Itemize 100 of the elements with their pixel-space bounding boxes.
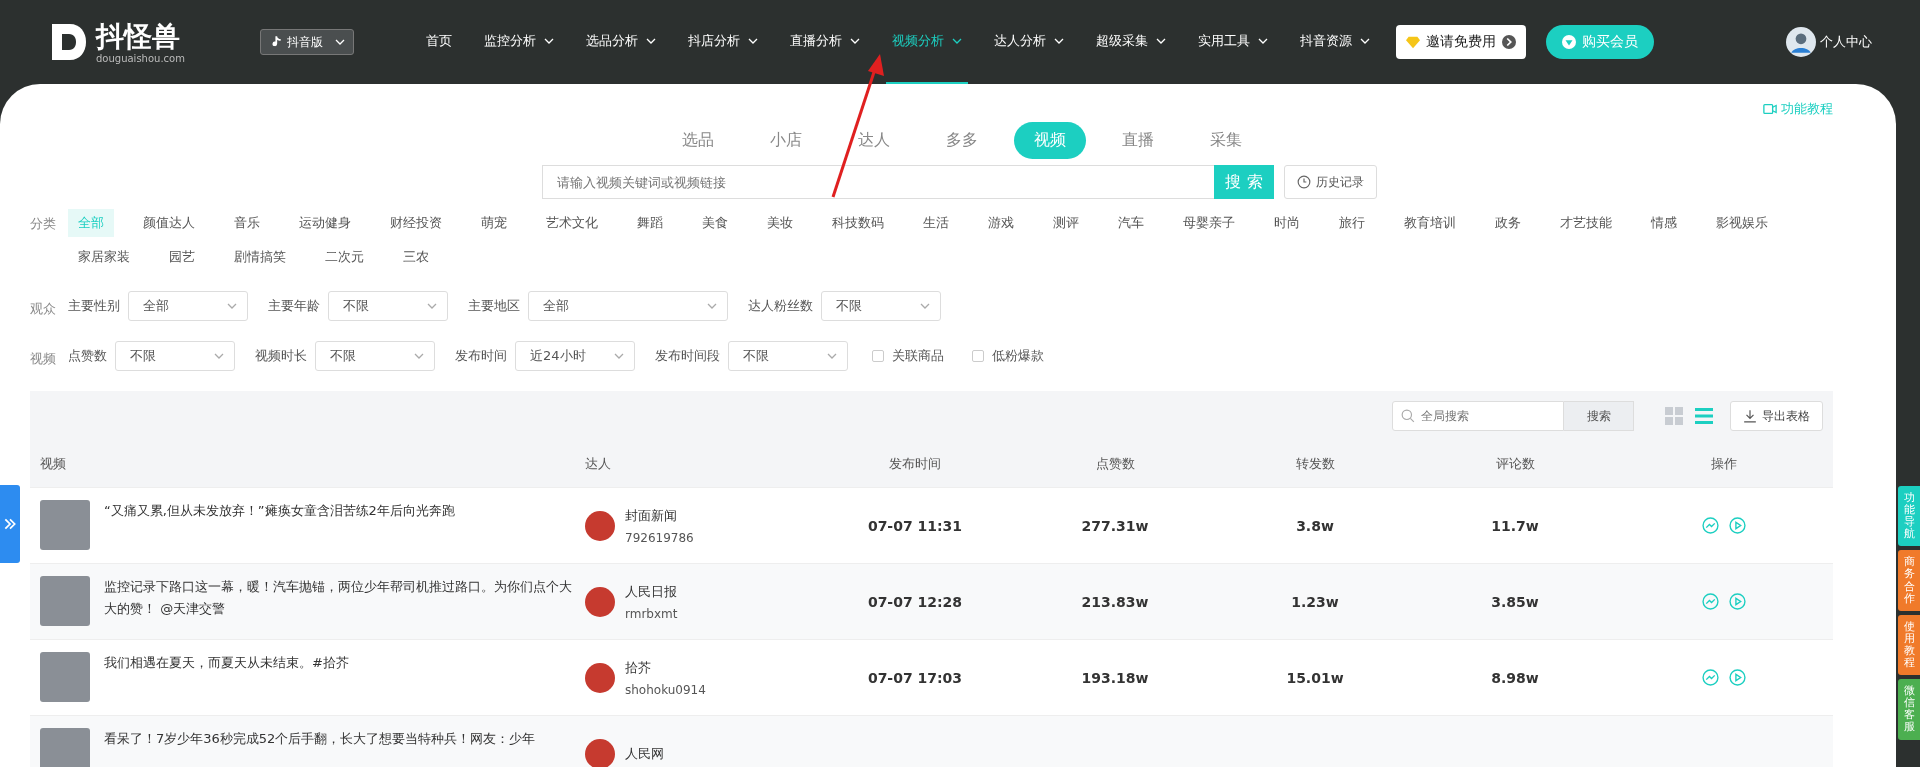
author-name[interactable]: 封面新闻 [625,506,694,525]
author-name[interactable]: 拾芥 [625,658,706,677]
category-item[interactable]: 美妆 [757,209,803,237]
category-item[interactable]: 运动健身 [289,209,361,237]
nav-menu-item[interactable]: 选品分析 [580,0,662,84]
invite-button[interactable]: 邀请免费用 [1396,25,1526,59]
video-title[interactable]: “又痛又累,但从未发放弃！”瘫痪女童含泪苦练2年后向光奔跑 [104,500,574,522]
filter-select[interactable]: 不限 [315,341,435,371]
category-item[interactable]: 颜值达人 [133,209,205,237]
video-title[interactable]: 我们相遇在夏天，而夏天从未结束。#拾芥 [104,652,574,674]
video-thumbnail[interactable] [40,652,90,702]
category-item[interactable]: 影视娱乐 [1706,209,1778,237]
expand-sidebar-button[interactable] [0,485,20,563]
table-cell: 15.01w [1286,669,1344,686]
category-item[interactable]: 教育培训 [1394,209,1466,237]
filter-select[interactable]: 近24小时 [515,341,635,371]
video-title[interactable]: 看呆了！7岁少年36秒完成52个后手翻，长大了想要当特种兵！网友：少年 [104,728,574,750]
platform-dropdown[interactable]: 抖音版 [260,29,354,55]
checkbox[interactable] [872,350,884,362]
type-tab[interactable]: 小店 [749,122,822,159]
column-header: 发布时间 [888,455,942,473]
chevron-down-icon [952,38,962,44]
category-item[interactable]: 家居家装 [68,243,140,271]
trend-icon[interactable] [1702,669,1719,686]
chevron-down-icon [214,353,224,359]
author-name[interactable]: 人民网 [625,744,664,763]
play-icon[interactable] [1729,669,1746,686]
category-item[interactable]: 情感 [1641,209,1687,237]
category-item[interactable]: 才艺技能 [1550,209,1622,237]
logo-domain: douguaishou.com [96,52,185,64]
category-item[interactable]: 美食 [692,209,738,237]
category-item[interactable]: 测评 [1043,209,1089,237]
category-item[interactable]: 三农 [393,243,439,271]
filter-select[interactable]: 不限 [115,341,235,371]
play-icon[interactable] [1729,593,1746,610]
play-icon[interactable] [1729,517,1746,534]
chevron-down-icon [920,303,930,309]
category-item[interactable]: 游戏 [978,209,1024,237]
category-item[interactable]: 萌宠 [471,209,517,237]
filter-select[interactable]: 不限 [328,291,448,321]
trend-icon[interactable] [1702,593,1719,610]
user-center-link[interactable]: 个人中心 [1786,27,1872,57]
type-tab[interactable]: 直播 [1101,122,1174,159]
type-tab[interactable]: 多多 [925,122,998,159]
search-field[interactable]: 请输入视频关键词或视频链接 [542,165,1214,199]
type-tab[interactable]: 选品 [661,122,734,159]
category-item[interactable]: 音乐 [224,209,270,237]
nav-menu-item[interactable]: 监控分析 [478,0,560,84]
filter-select[interactable]: 不限 [821,291,941,321]
category-item[interactable]: 时尚 [1264,209,1310,237]
category-item[interactable]: 生活 [913,209,959,237]
video-icon [1763,102,1777,116]
type-tab[interactable]: 达人 [837,122,910,159]
author-name[interactable]: 人民日报 [625,582,678,601]
category-item[interactable]: 园艺 [159,243,205,271]
nav-menu-item[interactable]: 首页 [420,0,458,84]
video-thumbnail[interactable] [40,728,90,767]
history-button[interactable]: 历史记录 [1284,165,1377,199]
nav-menu-item[interactable]: 实用工具 [1192,0,1274,84]
nav-menu-item[interactable]: 抖音资源 [1294,0,1376,84]
category-item[interactable]: 汽车 [1108,209,1154,237]
category-item[interactable]: 二次元 [315,243,374,271]
checkbox[interactable] [972,350,984,362]
global-search-field[interactable]: 全局搜索 [1392,401,1564,431]
list-view-icon[interactable] [1694,406,1714,426]
category-item[interactable]: 舞蹈 [627,209,673,237]
music-note-icon [269,35,283,49]
category-item[interactable]: 财经投资 [380,209,452,237]
author-id: rmrbxmt [625,606,678,621]
filter-select[interactable]: 全部 [528,291,728,321]
nav-menu-item[interactable]: 抖店分析 [682,0,764,84]
category-item[interactable]: 旅行 [1329,209,1375,237]
chevron-down-icon [748,38,758,44]
search-button[interactable]: 搜索 [1564,401,1634,431]
nav-menu-item[interactable]: 超级采集 [1090,0,1172,84]
filter-select[interactable]: 不限 [728,341,848,371]
video-thumbnail[interactable] [40,500,90,550]
nav-menu-item[interactable]: 达人分析 [988,0,1070,84]
table-cell: 8.98w [1491,669,1539,686]
category-item[interactable]: 政务 [1485,209,1531,237]
filter-select[interactable]: 全部 [128,291,248,321]
author-id: shohoku0914 [625,682,706,697]
nav-menu-item[interactable]: 直播分析 [784,0,866,84]
trend-icon[interactable] [1702,517,1719,534]
author-avatar [585,738,615,767]
filter-label: 主要年龄 [268,297,320,315]
type-tab[interactable]: 采集 [1189,122,1262,159]
video-thumbnail[interactable] [40,576,90,626]
category-item[interactable]: 母婴亲子 [1173,209,1245,237]
category-item[interactable]: 剧情搞笑 [224,243,296,271]
video-title[interactable]: 监控记录下路口这一幕，暖！汽车抛锚，两位少年帮司机推过路口。为你们点个大大的赞！ @天津交警 [104,576,574,620]
chevron-down-icon [1054,38,1064,44]
filter-label: 主要地区 [468,297,520,315]
grid-view-icon[interactable] [1664,406,1684,426]
category-item[interactable]: 科技数码 [822,209,894,237]
chevron-down-icon [544,38,554,44]
chevron-down-icon [414,353,424,359]
export-button[interactable]: 导出表格 [1730,401,1823,431]
category-item[interactable]: 艺术文化 [536,209,608,237]
table-cell: 193.18w [1081,669,1149,686]
